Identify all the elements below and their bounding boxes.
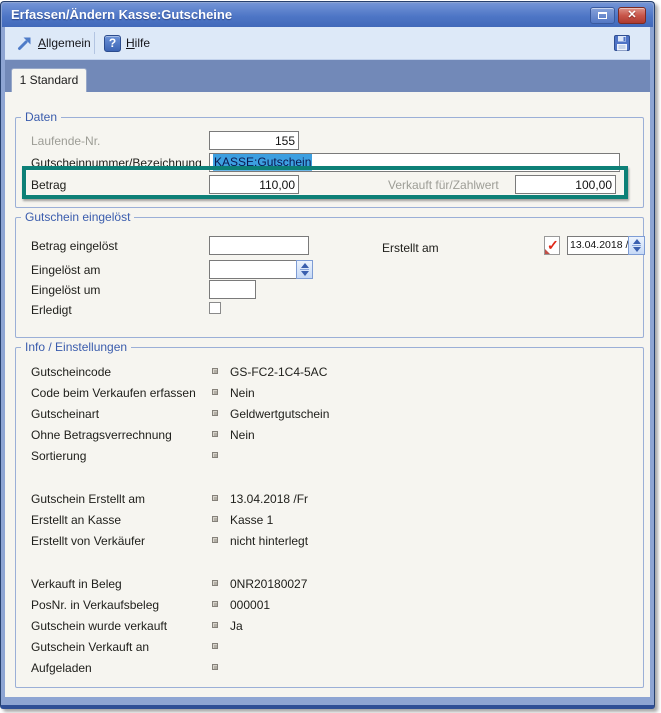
allgemein-label: Allgemein [38, 36, 91, 50]
bullet-icon [212, 452, 218, 458]
group-eingeloest: Gutschein eingelöst Betrag eingelöst Ein… [15, 217, 644, 338]
info-row-label: Aufgeladen [31, 661, 92, 675]
laufende-nr-label: Laufende-Nr. [31, 134, 100, 148]
bullet-icon [212, 516, 218, 522]
bullet-icon [212, 389, 218, 395]
toolbar: Allgemein ? Hilfe [5, 27, 650, 60]
info-row-value: Nein [230, 386, 255, 400]
eingeloest-am-label: Eingelöst am [31, 263, 100, 277]
info-row-label: Gutscheinart [31, 407, 99, 421]
info-row: Erstellt an Kasse Kasse 1 [16, 513, 643, 529]
titlebar[interactable]: Erfassen/Ändern Kasse:Gutscheine ✕ [2, 3, 653, 27]
group-daten-legend: Daten [21, 110, 61, 125]
group-eingeloest-legend: Gutschein eingelöst [21, 210, 134, 225]
hilfe-button[interactable]: ? Hilfe [104, 32, 150, 54]
info-row-label: Erstellt von Verkäufer [31, 534, 145, 548]
spinner-down-icon [633, 247, 641, 252]
bullet-icon [212, 622, 218, 628]
info-row: Gutschein Erstellt am 13.04.2018 /Fr [16, 492, 643, 508]
close-button[interactable]: ✕ [618, 7, 646, 24]
restore-button[interactable] [590, 7, 615, 24]
info-row-value: Nein [230, 428, 255, 442]
group-info: Info / Einstellungen Gutscheincode GS-FC… [15, 347, 644, 688]
toolbar-separator [94, 32, 95, 54]
allgemein-button[interactable]: Allgemein [17, 32, 91, 54]
info-row: Ohne Betragsverrechnung Nein [16, 428, 643, 444]
betrag-eingeloest-input[interactable] [209, 236, 309, 255]
spinner-up-icon [633, 239, 641, 244]
info-row-label: PosNr. in Verkaufsbeleg [31, 598, 159, 612]
tab-standard[interactable]: 1 Standard [11, 68, 87, 92]
erstellt-am-spinner[interactable] [628, 236, 645, 255]
info-row: Erstellt von Verkäufer nicht hinterlegt [16, 534, 643, 550]
eingeloest-am-spinner[interactable] [296, 260, 313, 279]
erledigt-checkbox[interactable] [209, 302, 221, 314]
erstellt-am-datefield[interactable]: 13.04.2018 /Fr [567, 236, 645, 255]
restore-icon [598, 12, 607, 19]
bullet-icon [212, 580, 218, 586]
bullet-icon [212, 537, 218, 543]
help-icon: ? [104, 35, 121, 52]
hilfe-label: Hilfe [126, 36, 150, 50]
bullet-icon [212, 601, 218, 607]
eingeloest-am-input[interactable] [209, 260, 297, 279]
info-row: Aufgeladen [16, 661, 643, 677]
info-row-value: nicht hinterlegt [230, 534, 308, 548]
info-row: Gutschein Verkauft an [16, 640, 643, 656]
info-row-value: GS-FC2-1C4-5AC [230, 365, 327, 379]
close-icon: ✕ [627, 10, 636, 21]
arrow-up-right-icon [17, 35, 33, 51]
bullet-icon [212, 431, 218, 437]
betrag-eingeloest-label: Betrag eingelöst [31, 239, 118, 253]
info-row-label: Ohne Betragsverrechnung [31, 428, 172, 442]
eingeloest-um-label: Eingelöst um [31, 283, 100, 297]
save-button[interactable] [612, 33, 632, 53]
window-title: Erfassen/Ändern Kasse:Gutscheine [11, 7, 232, 22]
info-row-label: Sortierung [31, 449, 86, 463]
content-area: Daten Laufende-Nr. Gutscheinnummer/Bezei… [5, 92, 650, 697]
info-row-value: Ja [230, 619, 243, 633]
info-row-label: Gutschein Erstellt am [31, 492, 145, 506]
bullet-icon [212, 664, 218, 670]
info-row-label: Gutscheincode [31, 365, 111, 379]
bullet-icon [212, 410, 218, 416]
info-row: Gutscheinart Geldwertgutschein [16, 407, 643, 423]
info-row-value: Geldwertgutschein [230, 407, 329, 421]
info-row-value: Kasse 1 [230, 513, 273, 527]
annotation-box [22, 166, 628, 199]
save-icon [613, 34, 631, 52]
bullet-icon [212, 643, 218, 649]
tab-strip: 1 Standard [5, 60, 650, 92]
info-row: Gutschein wurde verkauft Ja [16, 619, 643, 635]
erledigt-label: Erledigt [31, 303, 72, 317]
info-row-value: 0NR20180027 [230, 577, 307, 591]
info-row-label: Gutschein wurde verkauft [31, 619, 167, 633]
app-window: Erfassen/Ändern Kasse:Gutscheine ✕ Allge… [0, 1, 655, 709]
group-info-legend: Info / Einstellungen [21, 340, 131, 355]
bullet-icon [212, 495, 218, 501]
spinner-up-icon [301, 263, 309, 268]
info-row-value: 13.04.2018 /Fr [230, 492, 308, 506]
info-row: Verkauft in Beleg 0NR20180027 [16, 577, 643, 593]
info-row-label: Erstellt an Kasse [31, 513, 121, 527]
info-row: PosNr. in Verkaufsbeleg 000001 [16, 598, 643, 614]
info-row-label: Code beim Verkaufen erfassen [31, 386, 196, 400]
info-row-label: Verkauft in Beleg [31, 577, 122, 591]
info-row: Code beim Verkaufen erfassen Nein [16, 386, 643, 402]
eingeloest-um-input[interactable] [209, 280, 256, 299]
info-row-value: 000001 [230, 598, 270, 612]
spinner-down-icon [301, 271, 309, 276]
erstellt-am-label: Erstellt am [382, 241, 439, 255]
info-row: Gutscheincode GS-FC2-1C4-5AC [16, 365, 643, 381]
date-check-icon[interactable]: ✓ [544, 236, 560, 255]
erstellt-am-value: 13.04.2018 /Fr [567, 236, 628, 255]
bullet-icon [212, 368, 218, 374]
info-row: Sortierung [16, 449, 643, 465]
info-row-label: Gutschein Verkauft an [31, 640, 149, 654]
laufende-nr-input[interactable] [209, 131, 299, 150]
